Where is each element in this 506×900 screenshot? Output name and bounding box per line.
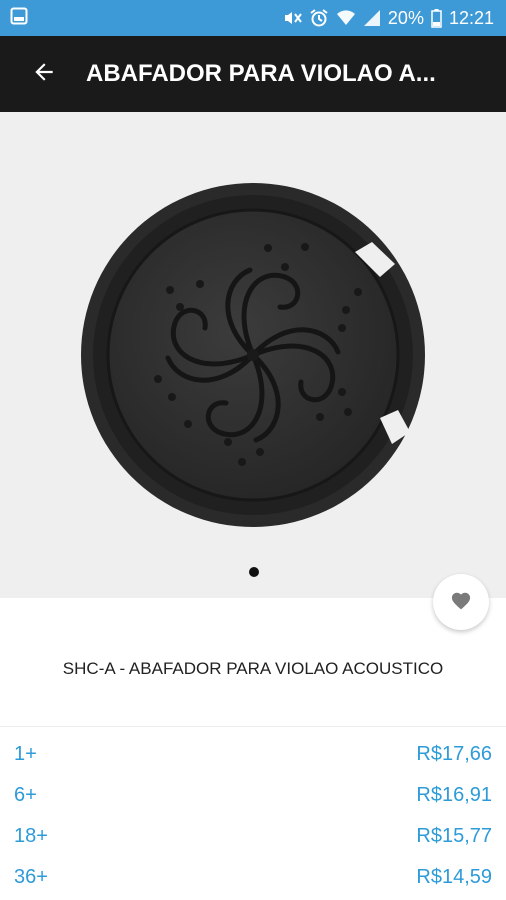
quantity-tier: 1+: [14, 743, 37, 765]
gallery-notification-icon: [10, 7, 28, 30]
wifi-icon: [336, 8, 356, 28]
alarm-icon: [309, 8, 329, 28]
product-name: SHC-A - ABAFADOR PARA VIOLAO ACOUSTICO: [62, 659, 444, 678]
battery-percent: 20%: [387, 7, 424, 28]
clock: 12:21: [448, 7, 494, 28]
price-row: 6+ R$16,91: [0, 775, 506, 816]
product-image-carousel[interactable]: [0, 112, 506, 598]
signal-icon: [363, 9, 381, 27]
tier-price: R$14,59: [416, 866, 492, 888]
page-title: ABAFADOR PARA VIOLAO A...: [86, 60, 436, 87]
back-button[interactable]: [16, 46, 72, 102]
status-left: [10, 7, 28, 30]
divider: [0, 726, 506, 727]
status-right: 20% 12:21: [282, 8, 494, 29]
pager-dot-active[interactable]: [249, 567, 259, 577]
tier-price: R$15,77: [416, 825, 492, 847]
app-bar: ABAFADOR PARA VIOLAO A...: [0, 36, 506, 112]
status-bar: 20% 12:21: [0, 0, 506, 36]
price-row: 1+ R$17,66: [0, 734, 506, 775]
quantity-tier: 6+: [14, 784, 37, 806]
soundhole-cover-image: [81, 183, 425, 527]
heart-icon: [450, 590, 472, 614]
price-row: 36+ R$14,59: [0, 857, 506, 898]
tier-price: R$17,66: [416, 743, 492, 765]
tier-price: R$16,91: [416, 784, 492, 806]
price-row: 18+ R$15,77: [0, 816, 506, 857]
quantity-tier: 18+: [14, 825, 48, 847]
mute-icon: [282, 8, 302, 28]
price-list: 1+ R$17,66 6+ R$16,91 18+ R$15,77 36+ R$…: [0, 734, 506, 898]
battery-icon: [431, 8, 442, 28]
quantity-tier: 36+: [14, 866, 48, 888]
favorite-button[interactable]: [433, 574, 489, 630]
arrow-left-icon: [31, 59, 57, 89]
